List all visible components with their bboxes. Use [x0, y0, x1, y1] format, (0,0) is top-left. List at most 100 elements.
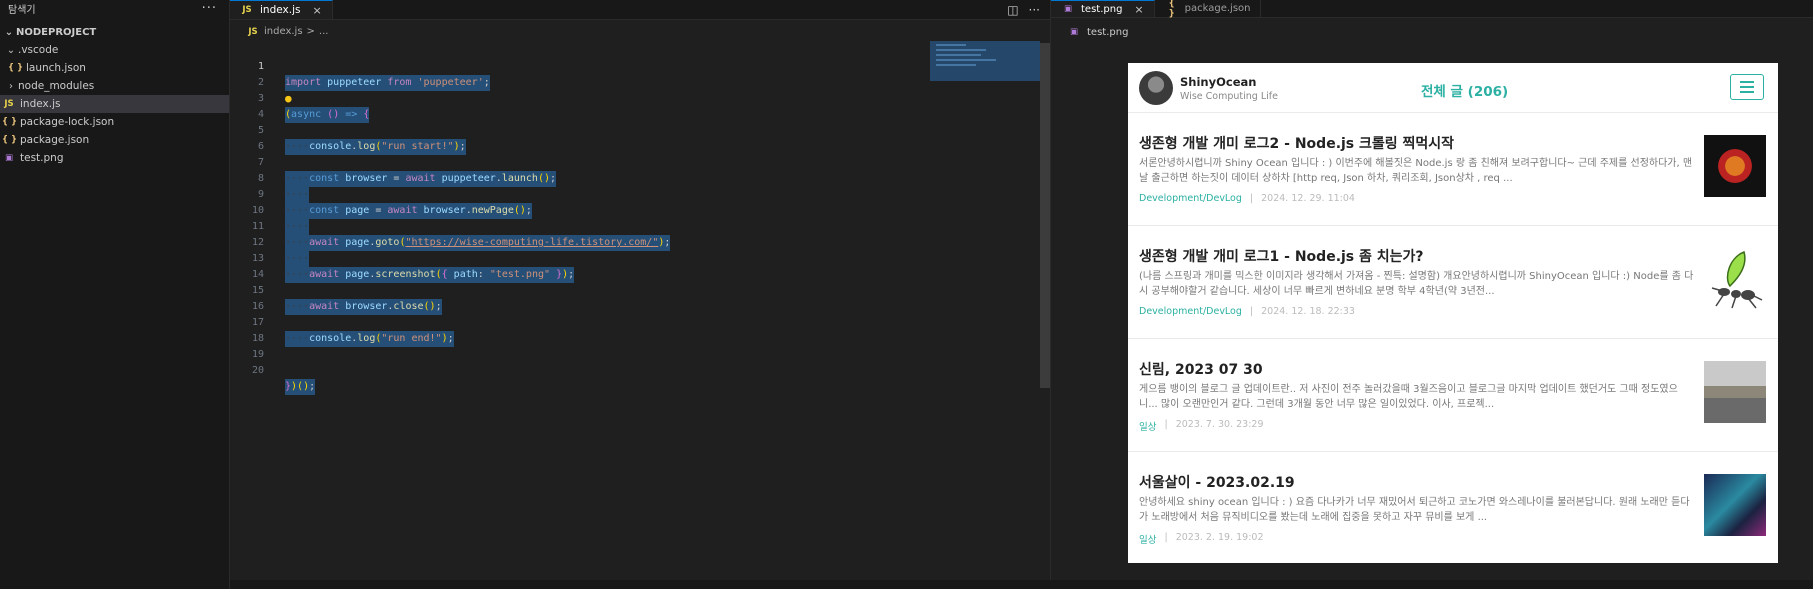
tree-item-label: .vscode	[18, 44, 59, 56]
javascript-file-icon: JS	[248, 26, 258, 37]
code-line: 1 import puppeteer from 'puppeteer';	[230, 43, 1030, 91]
post-category: Development/DevLog	[1139, 193, 1242, 204]
post-title: 신림, 2023 07 30	[1139, 362, 1263, 378]
post-title: 생존형 개발 개미 로그2 - Node.js 크롤링 찍먹시작	[1139, 136, 1455, 152]
tab-package-json[interactable]: { } package.json	[1154, 0, 1262, 19]
breadcrumb-symbol[interactable]: ...	[319, 26, 329, 37]
post-category: Development/DevLog	[1139, 306, 1242, 317]
post-excerpt: 게으름 뱅이의 블로그 글 업데이트란.. 저 사진이 전주 놀러갔을때 3월즈…	[1139, 384, 1678, 410]
post-excerpt: (나름 스프링과 개미를 믹스한 이미지라 생각해서 가져옴 - 찐특: 설명함…	[1139, 271, 1694, 297]
split-editor-icon[interactable]: ◫	[1007, 3, 1018, 17]
code-editor-group: JS index.js × ◫ ··· JS index.js > ... 1 …	[230, 0, 1050, 589]
hamburger-menu-icon	[1730, 74, 1764, 100]
vscode-window: 탐색기 ··· ⌄ NODEPROJECT ⌄ .vscode { } laun…	[0, 0, 1813, 589]
post-thumbnail	[1704, 248, 1766, 310]
tab-label: package.json	[1184, 3, 1251, 14]
code-line: 20 })();	[230, 347, 1030, 395]
tree-item-package-json[interactable]: { } package.json	[0, 131, 229, 149]
code-line: 14	[230, 251, 1030, 280]
code-line: 11 ····await page.goto("https://wise-com…	[230, 203, 1030, 251]
close-icon[interactable]: ×	[1134, 3, 1143, 16]
code-line: 5 ····console.log("run start!");	[230, 107, 1030, 155]
post-date: 2023. 7. 30. 23:29	[1175, 419, 1264, 430]
code-line: 18	[230, 315, 1030, 344]
post-meta: 일상 | 2023. 7. 30. 23:29	[1139, 419, 1264, 433]
explorer-panel: 탐색기 ··· ⌄ NODEPROJECT ⌄ .vscode { } laun…	[0, 0, 230, 589]
tree-item-label: node_modules	[18, 80, 95, 92]
more-icon[interactable]: ···	[1029, 3, 1040, 17]
image-file-icon: ▣	[4, 153, 14, 163]
breadcrumb: JS index.js > ...	[230, 20, 1050, 43]
project-name: NODEPROJECT	[16, 26, 97, 38]
tree-item-vscode[interactable]: ⌄ .vscode	[0, 41, 229, 59]
post-thumbnail	[1704, 474, 1766, 536]
blog-name: ShinyOcean	[1180, 75, 1257, 89]
image-file-icon: ▣	[1069, 27, 1079, 37]
code-line: 6	[230, 123, 1030, 152]
json-file-icon: { }	[2, 135, 18, 145]
explorer-header: 탐색기 ···	[0, 0, 229, 17]
post-thumbnail	[1704, 361, 1766, 423]
chevron-right-icon: ›	[9, 80, 13, 92]
post-title: 생존형 개발 개미 로그1 - Node.js 좀 치는가?	[1139, 249, 1424, 265]
image-preview-group: ▣ test.png × { } package.json ▣ test.png…	[1050, 0, 1813, 589]
post-excerpt: 안녕하세요 shiny ocean 입니다 : ) 요즘 다나카가 너무 재밌어…	[1139, 497, 1690, 523]
post-meta: Development/DevLog | 2024. 12. 29. 11:04	[1139, 193, 1355, 204]
post-item: 생존형 개발 개미 로그1 - Node.js 좀 치는가? (나름 스프링과 …	[1128, 226, 1778, 339]
code-line: 13 ····await page.screenshot({ path: "te…	[230, 235, 1030, 283]
breadcrumb-file[interactable]: test.png	[1087, 27, 1128, 38]
tree-item-launch-json[interactable]: { } launch.json	[0, 59, 229, 77]
code-line: 12 ····	[230, 219, 1030, 267]
javascript-file-icon: JS	[4, 99, 14, 109]
tree-item-index-js[interactable]: JS index.js	[0, 95, 229, 113]
preview-tab-bar: ▣ test.png × { } package.json	[1051, 0, 1813, 19]
tree-item-label: package-lock.json	[20, 116, 115, 128]
preview-breadcrumb: ▣ test.png	[1051, 18, 1813, 46]
tab-test-png[interactable]: ▣ test.png ×	[1051, 0, 1155, 17]
minimap[interactable]	[930, 41, 1040, 81]
tab-label: index.js	[260, 4, 301, 16]
status-strip	[230, 580, 1813, 589]
code-line: 3 (async () => {	[230, 75, 1030, 123]
tree-item-node-modules[interactable]: › node_modules	[0, 77, 229, 95]
post-meta: Development/DevLog | 2024. 12. 18. 22:33	[1139, 306, 1355, 317]
ant-illustration-icon	[1711, 250, 1763, 309]
post-excerpt: 서론안녕하시렵니까 Shiny Ocean 입니다 : ) 이번주에 해볼짓은 …	[1139, 158, 1693, 184]
image-preview: ShinyOcean Wise Computing Life 전체 글 (206…	[1128, 63, 1778, 563]
more-icon[interactable]: ···	[202, 1, 217, 16]
close-icon[interactable]: ×	[312, 4, 321, 17]
tab-label: test.png	[1081, 3, 1123, 15]
blog-header: ShinyOcean Wise Computing Life 전체 글 (206…	[1128, 63, 1778, 113]
code-line: 7 ····const browser = await puppeteer.la…	[230, 139, 1030, 187]
tree-item-test-png[interactable]: ▣ test.png	[0, 149, 229, 167]
code-line: 16	[230, 283, 1030, 312]
code-line: 19	[230, 331, 1030, 360]
post-title: 서울살이 - 2023.02.19	[1139, 475, 1295, 491]
breadcrumb-file[interactable]: index.js	[264, 26, 303, 37]
tree-item-package-lock-json[interactable]: { } package-lock.json	[0, 113, 229, 131]
code-line: 4	[230, 91, 1030, 120]
chevron-down-icon: ⌄	[4, 26, 14, 38]
code-line: 17 ····console.log("run end!");	[230, 299, 1030, 347]
tab-index-js[interactable]: JS index.js ×	[230, 0, 333, 19]
json-file-icon: { }	[2, 117, 18, 127]
post-category: 일상	[1139, 535, 1157, 546]
vertical-scrollbar[interactable]	[1040, 43, 1050, 388]
javascript-file-icon: JS	[242, 5, 252, 15]
code-line: 15 ····await browser.close();	[230, 267, 1030, 315]
post-item: 서울살이 - 2023.02.19 안녕하세요 shiny ocean 입니다 …	[1128, 452, 1778, 563]
tree-item-label: launch.json	[26, 62, 86, 74]
post-meta: 일상 | 2023. 2. 19. 19:02	[1139, 532, 1264, 546]
blog-subtitle: Wise Computing Life	[1180, 91, 1278, 102]
code-area[interactable]: 1 import puppeteer from 'puppeteer'; 2 ●…	[230, 43, 1050, 589]
code-line: 8 ····	[230, 155, 1030, 203]
post-date: 2024. 12. 18. 22:33	[1261, 306, 1355, 317]
line-number: 20	[251, 365, 264, 376]
image-file-icon: ▣	[1063, 4, 1073, 14]
tree-item-label: index.js	[20, 98, 61, 110]
json-file-icon: { }	[1168, 0, 1175, 19]
code-line: 10 ····	[230, 187, 1030, 235]
code-line: 9 ····const page = await browser.newPage…	[230, 171, 1030, 219]
project-folder[interactable]: ⌄ NODEPROJECT	[0, 23, 229, 41]
post-thumbnail	[1704, 135, 1766, 197]
